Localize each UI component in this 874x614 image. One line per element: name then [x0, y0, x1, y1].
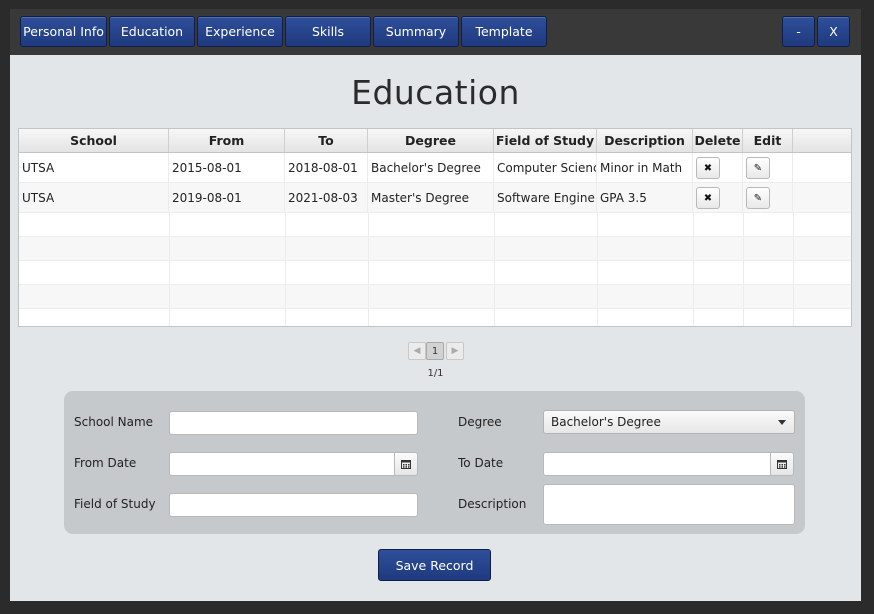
column-header-school[interactable]: School	[19, 129, 169, 152]
table-row[interactable]: UTSA 2019-08-01 2021-08-03 Master's Degr…	[19, 183, 851, 213]
empty-row	[19, 309, 851, 326]
tab-summary[interactable]: Summary	[373, 16, 459, 47]
calendar-icon	[777, 459, 787, 469]
delete-row-button[interactable]: ✖	[696, 187, 720, 209]
pager-next-button[interactable]: ▶	[446, 342, 464, 360]
edit-row-button[interactable]: ✎	[746, 157, 770, 179]
pager-info: 1/1	[427, 368, 444, 379]
cell-school: UTSA	[19, 183, 169, 212]
degree-label: Degree	[458, 415, 502, 429]
edit-pencil-icon: ✎	[753, 192, 763, 204]
cell-field-of-study: Software Engine...	[494, 183, 597, 212]
column-header-field-of-study[interactable]: Field of Study	[494, 129, 597, 152]
pager-prev-button[interactable]: ◀	[408, 342, 426, 360]
close-x-icon: ✖	[703, 162, 713, 174]
description-textarea[interactable]	[543, 484, 795, 525]
top-nav-bar: Personal Info Education Experience Skill…	[10, 9, 861, 55]
empty-row	[19, 237, 851, 261]
edit-row-button[interactable]: ✎	[746, 187, 770, 209]
cell-degree: Master's Degree	[368, 183, 494, 212]
tab-education[interactable]: Education	[109, 16, 195, 47]
from-date-label: From Date	[74, 456, 137, 470]
calendar-icon	[401, 459, 411, 469]
arrow-left-icon: ◀	[413, 346, 421, 356]
column-header-degree[interactable]: Degree	[368, 129, 494, 152]
app-window: Personal Info Education Experience Skill…	[10, 9, 861, 601]
education-table: School From To Degree Field of Study Des…	[18, 128, 852, 327]
cell-degree: Bachelor's Degree	[368, 153, 494, 182]
tab-experience[interactable]: Experience	[197, 16, 283, 47]
pager-page-1[interactable]: 1	[426, 342, 444, 360]
to-date-picker-button[interactable]	[770, 452, 794, 476]
arrow-right-icon: ▶	[451, 346, 459, 356]
column-divider	[597, 213, 598, 326]
from-date-picker-button[interactable]	[394, 452, 418, 476]
education-form: School Name From Date Field of Study Deg…	[64, 391, 805, 534]
cell-to: 2021-08-03	[285, 183, 368, 212]
column-header-filler	[793, 129, 851, 152]
save-record-button[interactable]: Save Record	[378, 549, 491, 581]
table-row[interactable]: UTSA 2015-08-01 2018-08-01 Bachelor's De…	[19, 153, 851, 183]
school-name-label: School Name	[74, 415, 154, 429]
cell-field-of-study: Computer Science	[494, 153, 597, 182]
cell-from: 2015-08-01	[169, 153, 285, 182]
close-x-icon: ✖	[703, 192, 713, 204]
column-divider	[693, 213, 694, 326]
column-header-edit[interactable]: Edit	[743, 129, 793, 152]
cell-school: UTSA	[19, 153, 169, 182]
description-label: Description	[458, 497, 527, 511]
field-of-study-input[interactable]	[169, 493, 418, 517]
column-divider	[368, 213, 369, 326]
to-date-input[interactable]	[543, 452, 771, 476]
tab-personal-info[interactable]: Personal Info	[20, 16, 107, 47]
table-header: School From To Degree Field of Study Des…	[19, 129, 851, 153]
column-header-description[interactable]: Description	[597, 129, 693, 152]
column-header-from[interactable]: From	[169, 129, 285, 152]
to-date-label: To Date	[458, 456, 504, 470]
column-divider	[285, 213, 286, 326]
column-header-to[interactable]: To	[285, 129, 368, 152]
chevron-down-icon	[778, 420, 786, 425]
from-date-input[interactable]	[169, 452, 395, 476]
column-divider	[494, 213, 495, 326]
empty-row	[19, 261, 851, 285]
column-header-delete[interactable]: Delete	[693, 129, 743, 152]
tab-template[interactable]: Template	[461, 16, 547, 47]
page-title: Education	[351, 73, 520, 112]
field-of-study-label: Field of Study	[74, 497, 156, 511]
edit-pencil-icon: ✎	[753, 162, 763, 174]
tab-skills[interactable]: Skills	[285, 16, 371, 47]
school-name-input[interactable]	[169, 411, 418, 435]
cell-from: 2019-08-01	[169, 183, 285, 212]
empty-row	[19, 213, 851, 237]
delete-row-button[interactable]: ✖	[696, 157, 720, 179]
cell-description: Minor in Math	[597, 153, 693, 182]
main-content: Education School From To Degree Field of…	[10, 55, 861, 601]
cell-to: 2018-08-01	[285, 153, 368, 182]
cell-description: GPA 3.5	[597, 183, 693, 212]
degree-select-value: Bachelor's Degree	[551, 415, 661, 429]
degree-select[interactable]: Bachelor's Degree	[543, 410, 795, 434]
column-divider	[169, 213, 170, 326]
empty-row	[19, 285, 851, 309]
close-button[interactable]: X	[817, 16, 850, 47]
column-divider	[743, 213, 744, 326]
minimize-button[interactable]: -	[782, 16, 815, 47]
column-divider	[793, 213, 794, 326]
